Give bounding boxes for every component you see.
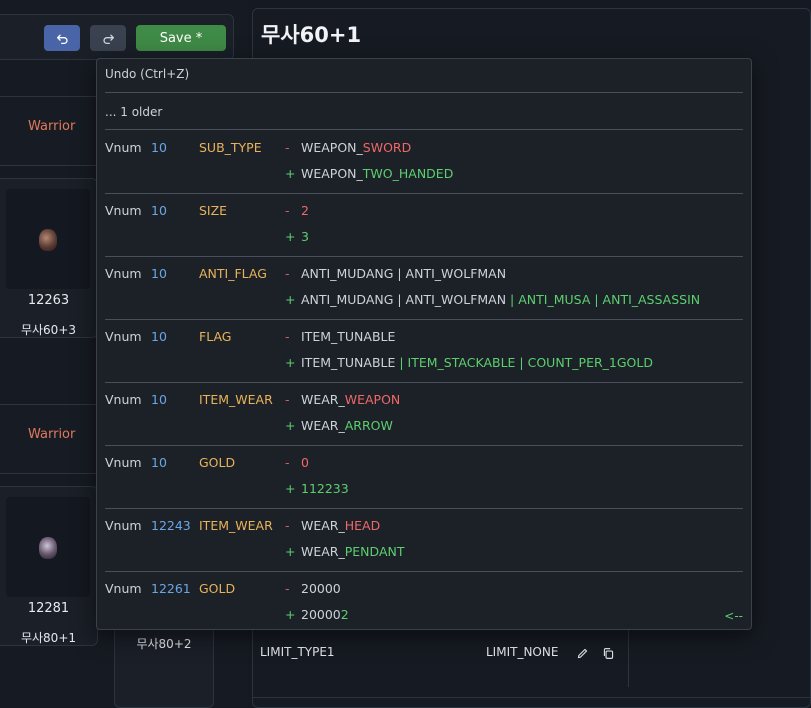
entry-field: SIZE [199,203,228,218]
removed-marker: - [285,203,290,218]
new-value: WEAR_ARROW [301,418,393,433]
field-key: LIMIT_TYPE1 [260,645,335,659]
undo-entry[interactable]: Vnum 10 FLAG - ITEM_TUNABLE + ITEM_TUNAB… [97,319,751,382]
entry-vnum: 12261 [151,581,191,596]
copy-icon[interactable] [602,647,615,660]
entry-field: ANTI_FLAG [199,266,267,281]
entry-field: GOLD [199,581,236,596]
entry-vnum: 10 [151,392,167,407]
field-row-limit-type1: LIMIT_TYPE1 LIMIT_NONE [260,645,630,665]
popup-title: Undo (Ctrl+Z) [105,67,190,81]
new-value: ITEM_TUNABLE | ITEM_STACKABLE | COUNT_PE… [301,355,653,370]
new-value: WEAR_PENDANT [301,544,405,559]
item-vnum: 12263 [27,293,70,308]
class-label: Warrior [28,427,76,442]
undo-icon [56,34,68,44]
entry-field: GOLD [199,455,236,470]
old-value: 0 [301,455,309,470]
item-card[interactable]: 12263 무사60+3 [0,178,98,338]
undo-entry[interactable]: Vnum 10 ANTI_FLAG - ANTI_MUDANG | ANTI_W… [97,256,751,319]
item-thumbnail [6,189,90,289]
pencil-icon[interactable] [576,647,589,660]
added-marker: + [285,607,296,622]
new-value: WEAPON_TWO_HANDED [301,166,454,181]
older-entries-note: ... 1 older [105,105,163,119]
old-value: 2 [301,203,309,218]
added-marker: + [285,355,296,370]
undo-entry[interactable]: Vnum 12261 GOLD - 20000 + 200002 [97,571,751,634]
entry-label: Vnum [105,329,142,344]
page-title: 무사60+1 [261,23,362,47]
item-thumbnail [6,497,90,597]
class-label: Warrior [28,119,76,134]
new-value: 200002 [301,607,349,622]
item-portrait-icon [39,537,57,559]
removed-marker: - [285,581,290,596]
old-value: WEAR_HEAD [301,518,381,533]
old-value: WEAR_WEAPON [301,392,401,407]
entry-label: Vnum [105,266,142,281]
old-value: 20000 [301,581,341,596]
entry-label: Vnum [105,518,142,533]
divider [105,92,743,93]
undo-history-popup: Undo (Ctrl+Z) ... 1 older Vnum 10 SUB_TY… [96,58,752,630]
more-indicator: <-- [724,609,743,623]
removed-marker: - [285,455,290,470]
entry-label: Vnum [105,455,142,470]
entry-label: Vnum [105,140,142,155]
entry-label: Vnum [105,203,142,218]
entry-label: Vnum [105,581,142,596]
item-name: 무사80+1 [20,631,77,645]
item-name: 무사60+3 [20,323,77,337]
divider [253,697,810,698]
history-toolbar: Save * [0,14,234,60]
old-value: ITEM_TUNABLE [301,329,396,344]
new-value: 3 [301,229,309,244]
old-value: ANTI_MUDANG | ANTI_WOLFMAN [301,266,507,281]
undo-entry[interactable]: Vnum 10 ITEM_WEAR - WEAR_WEAPON + WEAR_A… [97,382,751,445]
item-name: 무사80+2 [136,637,192,651]
removed-marker: - [285,266,290,281]
entry-vnum: 10 [151,329,167,344]
item-card[interactable]: 12281 무사80+1 [0,486,98,646]
undo-entry[interactable]: Vnum 12243 ITEM_WEAR - WEAR_HEAD + WEAR_… [97,508,751,571]
new-value: ANTI_MUDANG | ANTI_WOLFMAN | ANTI_MUSA |… [301,292,701,307]
new-value: 112233 [301,481,349,496]
removed-marker: - [285,392,290,407]
undo-button[interactable] [44,25,80,51]
removed-marker: - [285,329,290,344]
undo-entry[interactable]: Vnum 10 SIZE - 2 + 3 [97,193,751,256]
item-portrait-icon [39,229,57,251]
removed-marker: - [285,518,290,533]
entry-vnum: 10 [151,266,167,281]
added-marker: + [285,418,296,433]
old-value: WEAPON_SWORD [301,140,412,155]
entry-field: ITEM_WEAR [199,518,273,533]
item-vnum: 12281 [27,601,70,616]
undo-entry[interactable]: Vnum 10 SUB_TYPE - WEAPON_SWORD + WEAPON… [97,130,751,193]
save-button[interactable]: Save * [136,25,226,51]
redo-button[interactable] [90,25,126,51]
removed-marker: - [285,140,290,155]
redo-icon [102,34,114,44]
entry-vnum: 10 [151,203,167,218]
added-marker: + [285,229,296,244]
entry-label: Vnum [105,392,142,407]
entry-field: SUB_TYPE [199,140,262,155]
entry-field: ITEM_WEAR [199,392,273,407]
entry-vnum: 12243 [151,518,191,533]
undo-entry[interactable]: Vnum 10 GOLD - 0 + 112233 [97,445,751,508]
added-marker: + [285,544,296,559]
added-marker: + [285,292,296,307]
added-marker: + [285,481,296,496]
entry-field: FLAG [199,329,232,344]
entry-vnum: 10 [151,140,167,155]
entry-vnum: 10 [151,455,167,470]
field-value: LIMIT_NONE [486,645,559,659]
added-marker: + [285,166,296,181]
